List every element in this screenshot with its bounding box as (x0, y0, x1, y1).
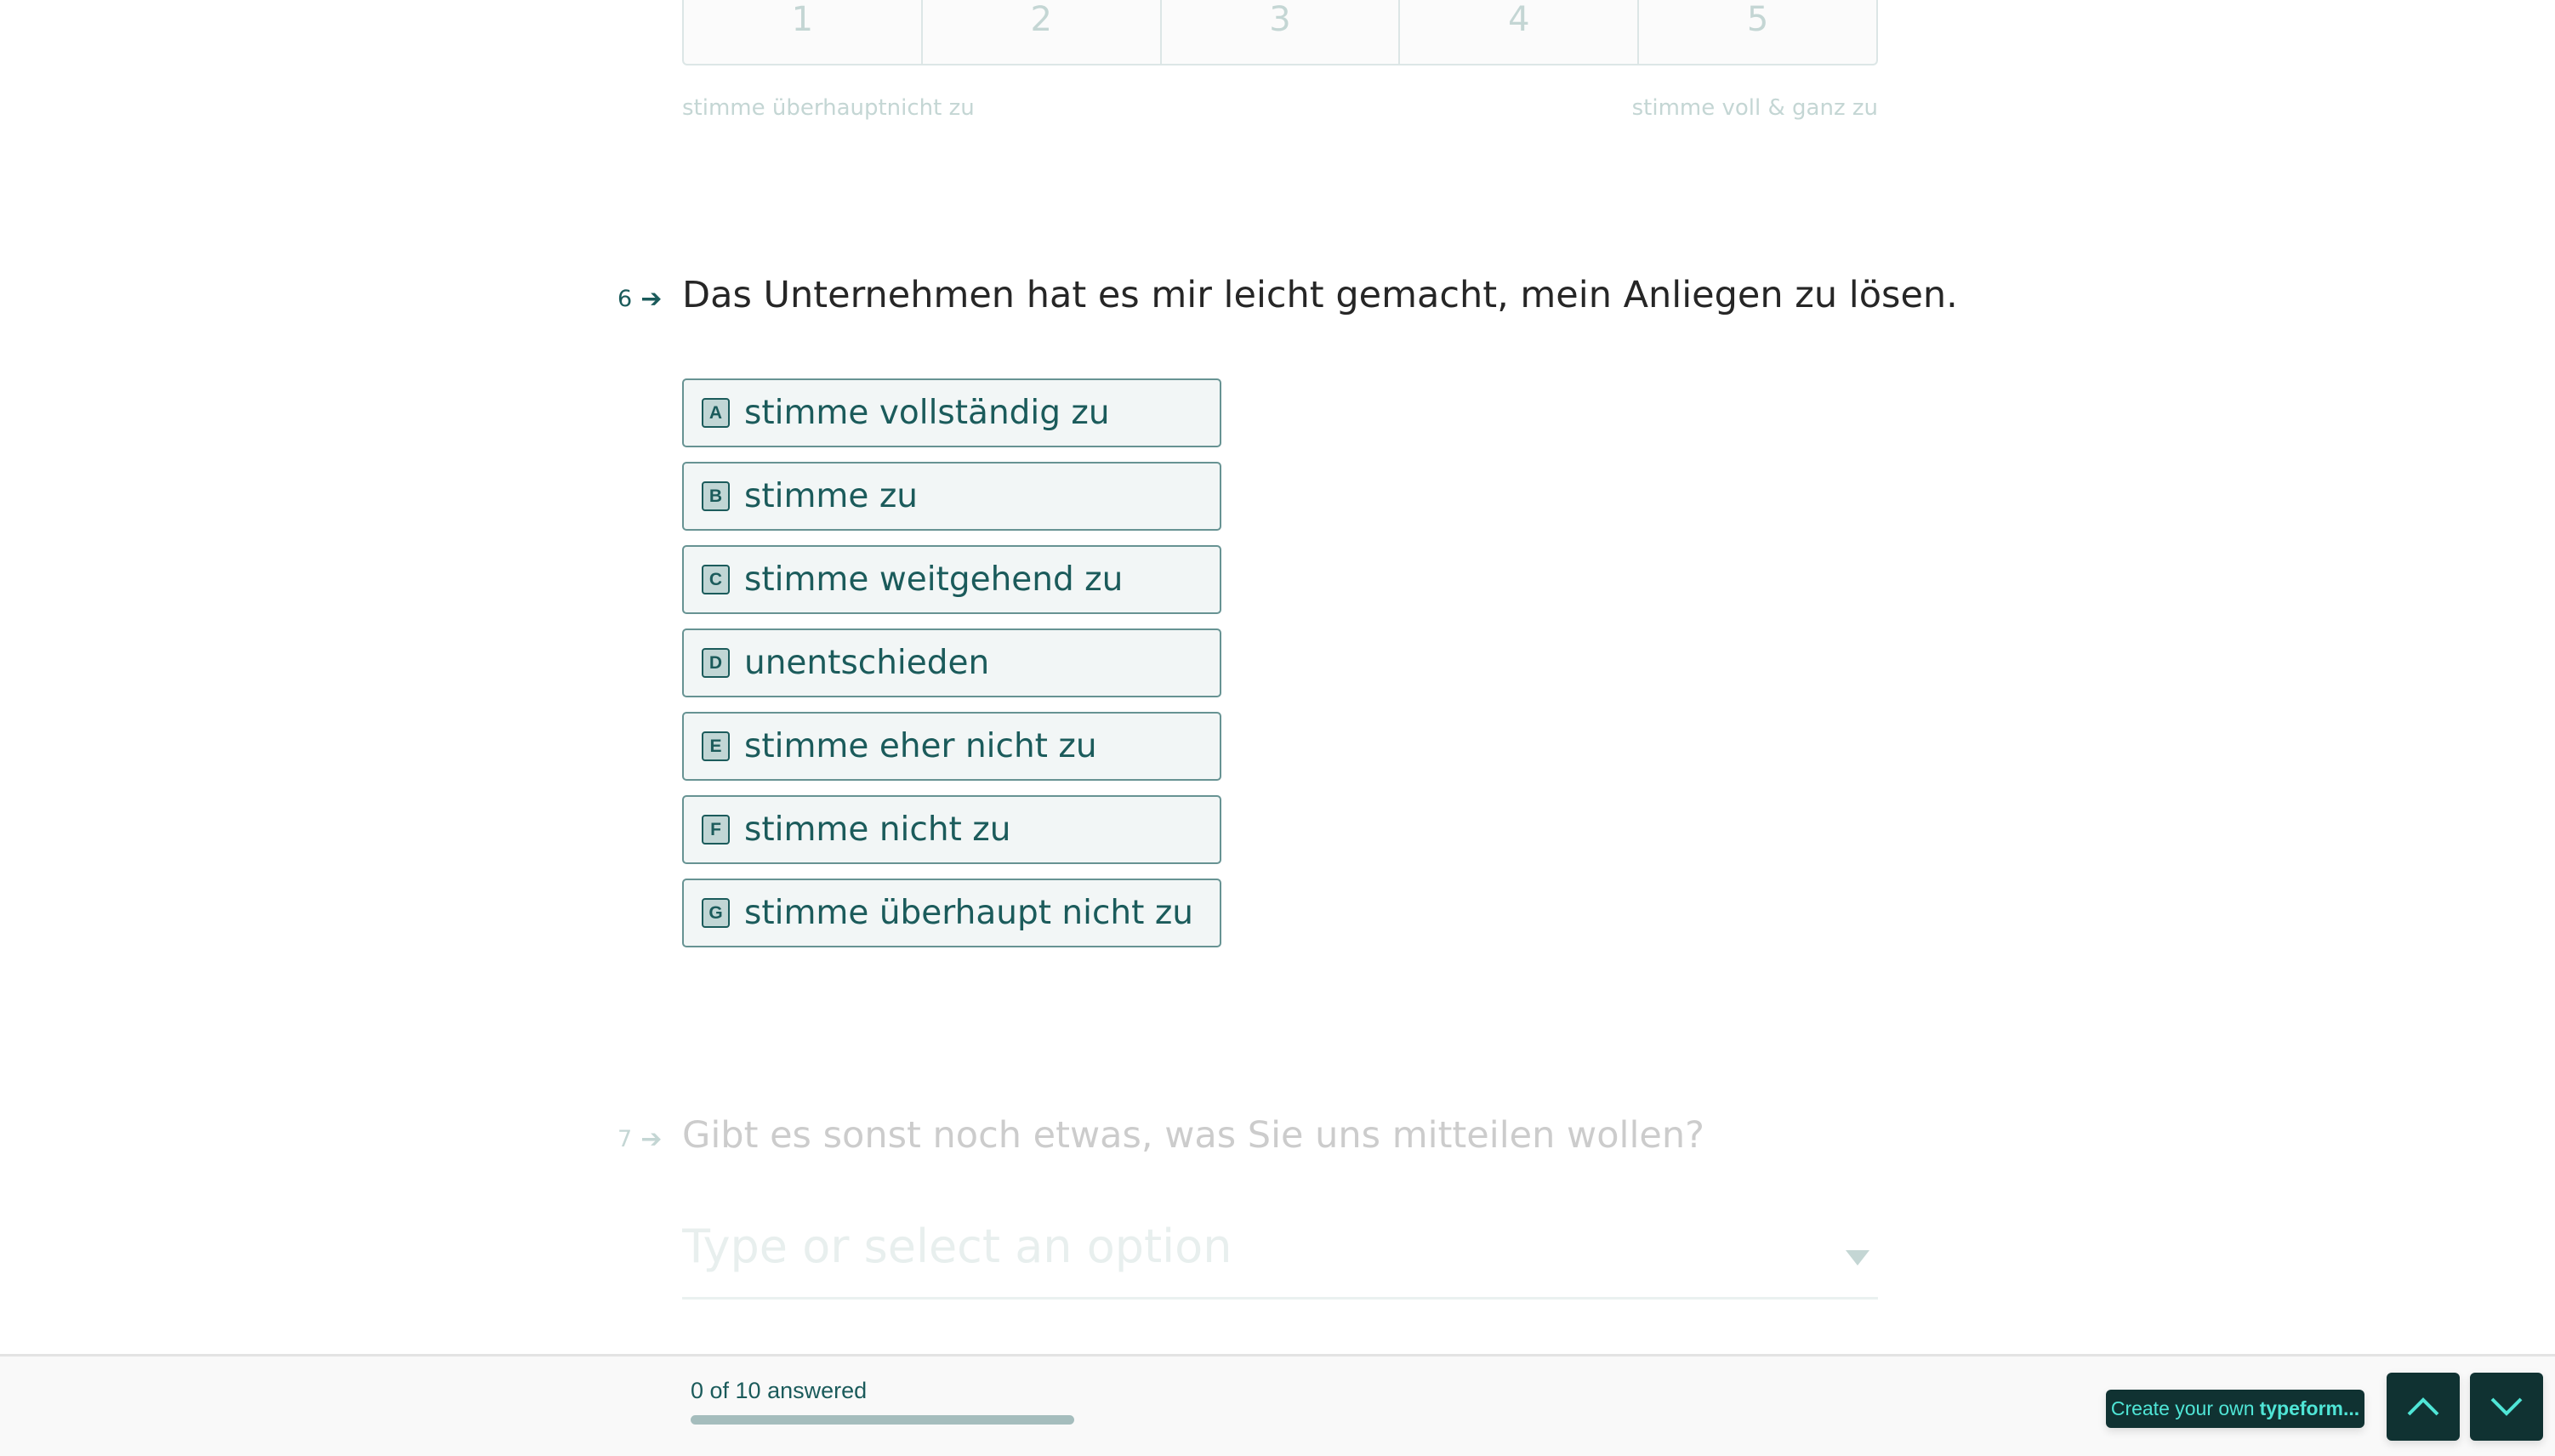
answer-option-g[interactable]: G stimme überhaupt nicht zu (682, 879, 1221, 947)
answer-dropdown (682, 1208, 1878, 1300)
previous-question-button[interactable] (2387, 1373, 2460, 1441)
option-label: stimme nicht zu (744, 810, 1011, 849)
question-number: 6 (617, 286, 633, 312)
progress-text: 0 of 10 answered (691, 1378, 868, 1403)
question-number: 7 (617, 1126, 633, 1152)
caret-down-icon[interactable] (1846, 1250, 1869, 1265)
answer-option-d[interactable]: D unentschieden (682, 628, 1221, 697)
question-7-title: Gibt es sonst noch etwas, was Sie uns mi… (682, 1114, 1704, 1157)
scale-option-value: 5 (1746, 0, 1769, 39)
answer-option-f[interactable]: F stimme nicht zu (682, 795, 1221, 864)
chevron-up-icon (2407, 1397, 2439, 1416)
option-label: stimme vollständig zu (744, 394, 1110, 432)
option-key-badge: C (702, 565, 730, 594)
option-key-badge: D (702, 648, 730, 678)
option-label: stimme weitgehend zu (744, 560, 1124, 599)
option-label: stimme zu (744, 477, 919, 515)
question-6-title: Das Unternehmen hat es mir leicht gemach… (682, 274, 1958, 316)
arrow-right-icon: ➔ (640, 1124, 663, 1154)
next-question-button[interactable] (2470, 1373, 2543, 1441)
scale-option-value: 2 (1030, 0, 1052, 39)
chevron-down-icon (2490, 1397, 2523, 1416)
dropdown-input[interactable] (682, 1220, 1788, 1273)
answer-option-c[interactable]: C stimme weitgehend zu (682, 545, 1221, 614)
scale-label-high: stimme voll & ganz zu (1631, 95, 1878, 121)
scale-label-low: stimme überhauptnicht zu (682, 95, 975, 121)
brand-name: typeform... (2259, 1397, 2360, 1419)
option-key-badge: F (702, 815, 730, 845)
scale-option-4[interactable]: 4 (1400, 0, 1640, 64)
scale-option-3[interactable]: 3 (1162, 0, 1401, 64)
opinion-scale: 1 2 3 4 5 (682, 0, 1878, 65)
option-label: stimme überhaupt nicht zu (744, 894, 1194, 932)
option-label: stimme eher nicht zu (744, 727, 1097, 765)
option-key-badge: G (702, 898, 730, 928)
question-7-number: 7 ➔ (617, 1124, 662, 1154)
answer-option-a[interactable]: A stimme vollständig zu (682, 378, 1221, 447)
arrow-right-icon: ➔ (640, 284, 663, 314)
brand-prefix: Create your own (2110, 1397, 2255, 1419)
question-6-number: 6 ➔ (617, 284, 662, 314)
scale-option-2[interactable]: 2 (923, 0, 1162, 64)
scale-option-1[interactable]: 1 (684, 0, 923, 64)
scale-option-value: 4 (1508, 0, 1530, 39)
answer-option-e[interactable]: E stimme eher nicht zu (682, 712, 1221, 781)
option-label: unentschieden (744, 644, 990, 682)
option-key-badge: E (702, 731, 730, 761)
scale-option-5[interactable]: 5 (1639, 0, 1876, 64)
option-key-badge: B (702, 481, 730, 511)
scale-option-value: 3 (1269, 0, 1291, 39)
option-key-badge: A (702, 398, 730, 428)
answer-option-b[interactable]: B stimme zu (682, 462, 1221, 531)
scale-option-value: 1 (791, 0, 814, 39)
create-typeform-button[interactable]: Create your own typeform... (2106, 1390, 2364, 1428)
progress-bar (691, 1415, 1074, 1425)
